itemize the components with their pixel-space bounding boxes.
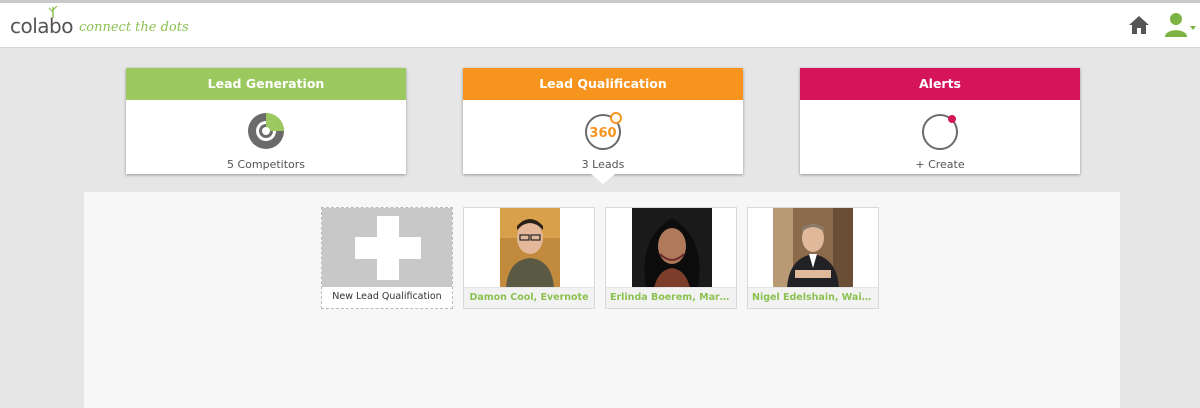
user-menu-button[interactable] — [1163, 11, 1197, 39]
plus-area — [322, 208, 452, 288]
tile-caption: 3 Leads — [581, 158, 625, 171]
avatar — [773, 208, 853, 288]
avatar — [632, 208, 712, 288]
tile-title: Lead Qualification — [463, 68, 743, 100]
360-icon: 360 — [585, 112, 622, 150]
card-label: New Lead Qualification — [322, 287, 452, 308]
alert-circle-icon — [922, 114, 958, 150]
leads-panel — [84, 192, 1120, 408]
tile-title: Alerts — [800, 68, 1080, 100]
logo[interactable]: colabo — [10, 5, 73, 38]
360-label: 360 — [589, 126, 616, 141]
tile-lead-generation[interactable]: Lead Generation 5 Competitors — [126, 68, 406, 174]
avatar — [500, 208, 560, 288]
lead-card[interactable]: Nigel Edelshain, Wain... — [747, 207, 879, 309]
tile-lead-qualification[interactable]: Lead Qualification 360 3 Leads — [463, 68, 743, 174]
home-button[interactable] — [1127, 14, 1151, 36]
lead-card[interactable]: Erlinda Boerem, Marc... — [605, 207, 737, 309]
app-header: colabo connect the dots — [0, 3, 1200, 48]
user-icon — [1165, 13, 1196, 37]
tile-caption: + Create — [915, 158, 965, 171]
tile-title: Lead Generation — [126, 68, 406, 100]
lead-card[interactable]: Damon Cool, Evernote — [463, 207, 595, 309]
tile-alerts[interactable]: Alerts + Create — [800, 68, 1080, 174]
card-label: Nigel Edelshain, Wain... — [748, 287, 878, 308]
new-lead-card[interactable]: New Lead Qualification — [321, 207, 453, 309]
plus-icon — [355, 216, 421, 280]
logo-text: colabo — [10, 14, 73, 38]
selected-tile-pointer — [591, 174, 615, 184]
radar-icon — [248, 113, 284, 149]
home-icon — [1129, 16, 1149, 34]
tile-caption: 5 Competitors — [226, 158, 306, 171]
tagline: connect the dots — [79, 20, 189, 35]
card-label: Erlinda Boerem, Marc... — [606, 287, 736, 308]
card-label: Damon Cool, Evernote — [464, 287, 594, 308]
logo-tree-icon — [48, 5, 58, 18]
